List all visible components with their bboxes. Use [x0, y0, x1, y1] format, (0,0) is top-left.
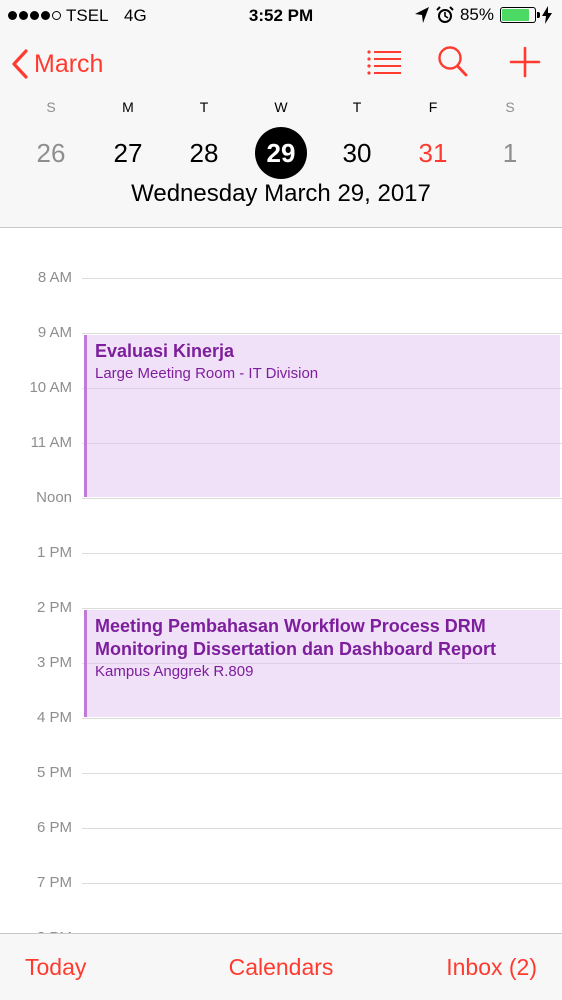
week-date-strip: 26 27 28 29 30 31 1: [0, 126, 562, 180]
hour-label: 2 PM: [36, 599, 72, 616]
hour-line: [82, 828, 562, 829]
week-day[interactable]: 28: [177, 126, 231, 180]
hour-line: [82, 718, 562, 719]
hour-line: [82, 333, 562, 334]
event-location: Large Meeting Room - IT Division: [95, 365, 319, 382]
hour-label: 11 AM: [30, 434, 72, 451]
location-arrow-icon: [414, 7, 429, 23]
week-day[interactable]: 31: [406, 126, 460, 180]
battery-icon: [500, 7, 540, 23]
week-day[interactable]: 30: [330, 126, 384, 180]
week-day[interactable]: 1: [483, 126, 537, 180]
list-icon[interactable]: [366, 44, 402, 80]
inbox-button[interactable]: Inbox (2): [446, 954, 537, 981]
hour-label: 1 PM: [36, 544, 72, 561]
hour-label: 4 PM: [36, 709, 72, 726]
weekday-letter: S: [505, 99, 515, 115]
hour-line: [82, 883, 562, 884]
weekday-letter: T: [199, 99, 209, 115]
week-day[interactable]: 27: [101, 126, 155, 180]
hour-line: [82, 773, 562, 774]
hour-label: 6 PM: [36, 819, 72, 836]
hour-label: 8 AM: [37, 269, 72, 286]
hour-line: [82, 498, 562, 499]
bottom-toolbar: Today Calendars Inbox (2): [0, 933, 562, 1000]
hour-line: [82, 278, 562, 279]
add-icon[interactable]: [508, 44, 542, 80]
weekday-letter: W: [274, 99, 288, 115]
chevron-left-icon: [12, 49, 28, 79]
hour-label: 3 PM: [36, 654, 72, 671]
hour-label: 5 PM: [36, 764, 72, 781]
charging-bolt-icon: [542, 6, 552, 24]
status-bar: TSEL 4G 3:52 PM 85%: [0, 0, 562, 32]
weekday-letter: M: [122, 99, 134, 115]
week-day[interactable]: 26: [24, 126, 78, 180]
calendar-day-screen: TSEL 4G 3:52 PM 85% March S M T W T F S …: [0, 0, 562, 1000]
hour-label: Noon: [36, 489, 72, 506]
weekday-letters: SMTWTFS: [0, 99, 562, 119]
event-title: Evaluasi Kinerja: [95, 341, 235, 361]
calendar-event[interactable]: Evaluasi Kinerja Large Meeting Room - IT …: [84, 335, 560, 497]
hour-label: 10 AM: [29, 379, 72, 396]
hour-line: [82, 608, 562, 609]
status-right: 85%: [414, 5, 552, 25]
battery-percentage: 85%: [459, 5, 494, 24]
selected-day[interactable]: 29: [255, 127, 307, 179]
weekday-letter: S: [46, 99, 56, 115]
calendar-header: TSEL 4G 3:52 PM 85% March S M T W T F S …: [0, 0, 562, 228]
back-label: March: [34, 49, 104, 78]
calendar-event[interactable]: Meeting Pembahasan Workflow Process DRM …: [84, 610, 560, 717]
event-location: Kampus Anggrek R.809: [95, 663, 254, 680]
hour-line: [82, 553, 562, 554]
hour-label: 7 PM: [36, 874, 72, 891]
back-to-month-button[interactable]: March: [10, 44, 103, 84]
weekday-letter: T: [352, 99, 362, 115]
event-title: Meeting Pembahasan Workflow Process DRM …: [95, 616, 497, 659]
weekday-letter: F: [428, 99, 438, 115]
selected-date-label: Wednesday March 29, 2017: [131, 180, 431, 207]
hour-label: 9 AM: [37, 324, 72, 341]
navigation-bar: March: [0, 40, 562, 86]
day-timeline[interactable]: 7 AM 8 AM 9 AM 10 AM 11 AM Noon 1 PM 2 PM 3 PM 4 …: [0, 228, 562, 933]
search-icon[interactable]: [436, 44, 470, 80]
alarm-icon: [436, 6, 454, 23]
hour-label: 7 AM: [0, 228, 72, 232]
